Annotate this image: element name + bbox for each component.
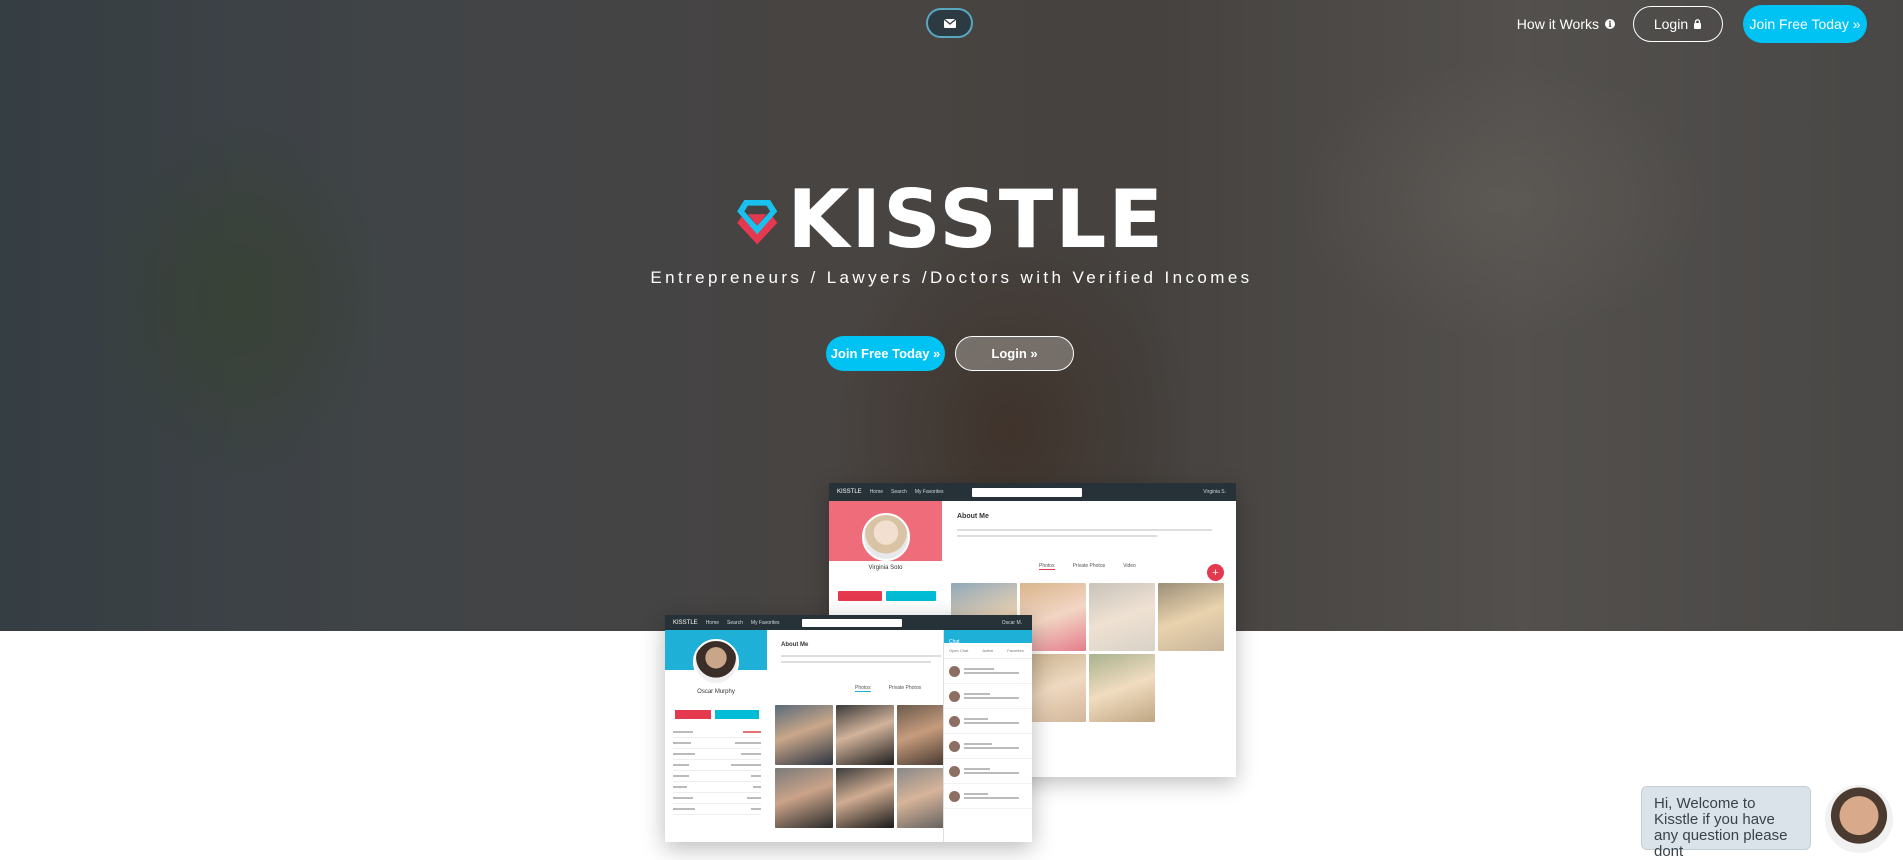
mockup-nav-favorites: My Favorites	[914, 489, 944, 495]
photo-thumb	[775, 705, 833, 765]
detail-row	[673, 793, 761, 804]
photo-thumb	[836, 705, 894, 765]
mockup-about-heading: About Me	[957, 513, 989, 520]
mockup-add-icon: +	[1207, 564, 1224, 581]
detail-row	[673, 760, 761, 771]
mockup-avatar	[862, 513, 910, 561]
mockup-nav-search: Search	[727, 619, 743, 626]
mockup-chat-title: Chat	[949, 639, 960, 645]
mockup-chat-tabs: Open Chat Active Favorites	[944, 643, 1032, 659]
mockup-user-name: Virginia S.	[1203, 489, 1226, 495]
mockup-tab-photos: Photos	[1039, 563, 1055, 570]
photo-thumb	[1158, 583, 1224, 651]
mockup-profile-name: Oscar Murphy	[697, 689, 735, 695]
mockup-button-blue	[886, 591, 936, 601]
hero-login-button[interactable]: Login »	[955, 336, 1074, 371]
detail-row	[673, 727, 761, 738]
lock-icon	[1694, 19, 1702, 29]
mockup-chat-panel: Chat Open Chat Active Favorites	[943, 630, 1032, 842]
mockup-tab-private: Private Photos	[1072, 563, 1106, 569]
detail-row	[673, 771, 761, 782]
kisstle-logo: KISSTLE	[735, 180, 1165, 260]
mockup-button-pink	[675, 710, 711, 719]
chat-item	[944, 709, 1032, 734]
photo-thumb	[836, 768, 894, 828]
mockup-tab-video: Video	[1123, 563, 1136, 569]
mockup-tab-private: Private Photos	[888, 685, 922, 691]
mockup-chat-header: Chat	[944, 630, 1032, 645]
chat-item	[944, 734, 1032, 759]
chat-item	[944, 659, 1032, 684]
detail-row	[673, 738, 761, 749]
mockup-profile-name: Virginia Soto	[868, 565, 903, 571]
mockup-tabs: Photos Private Photos Video	[1039, 563, 1136, 570]
mockup-brand: KISSTLE	[837, 489, 862, 495]
how-it-works-label: How it Works	[1516, 16, 1599, 32]
chat-agent-avatar[interactable]	[1822, 782, 1896, 856]
mockup-brand: KISSTLE	[673, 619, 698, 626]
how-it-works-link[interactable]: How it Works i	[1517, 16, 1615, 32]
mockup-photo-grid	[775, 705, 957, 828]
mockup-topbar: KISSTLE Home Search My Favorites Virgini…	[829, 483, 1236, 501]
mockup-nav-home: Home	[869, 489, 884, 495]
mockup-text-line	[957, 529, 1212, 531]
heart-gem-logo-icon	[737, 199, 778, 245]
detail-row	[673, 782, 761, 793]
mockup-nav-home: Home	[705, 619, 720, 626]
detail-row	[673, 804, 761, 815]
mockup-nav-search: Search	[891, 489, 907, 495]
photo-thumb	[1089, 583, 1155, 651]
chat-welcome-bubble[interactable]: Hi, Welcome to Kisstle if you have any q…	[1641, 786, 1811, 860]
chat-item	[944, 684, 1032, 709]
chat-item	[944, 759, 1032, 784]
mockup-chat-tab: Favorites	[1007, 648, 1024, 653]
mockup-nav-favorites: My Favorites	[750, 619, 780, 626]
mockup-tabs: Photos Private Photos	[855, 685, 921, 692]
mail-button[interactable]	[926, 8, 973, 38]
mockup-text-line	[781, 655, 941, 657]
chat-item	[944, 784, 1032, 809]
photo-thumb	[775, 768, 833, 828]
mockup-button-pink	[838, 591, 882, 601]
mockup-details-list	[673, 727, 761, 815]
photo-thumb	[1089, 654, 1155, 722]
hero-tagline: Entrepreneurs / Lawyers /Doctors with Ve…	[650, 268, 1253, 287]
mockup-topbar: KISSTLE Home Search My Favorites Oscar M…	[665, 615, 1032, 630]
mockup-chat-tab: Active	[982, 648, 994, 653]
envelope-icon	[943, 18, 956, 28]
mockup-search-box	[971, 487, 1082, 497]
mockup-search-box	[801, 618, 902, 627]
login-button[interactable]: Login	[1633, 6, 1723, 42]
mockup-tab-photos: Photos	[855, 685, 871, 692]
mockup-avatar	[693, 639, 739, 685]
mockup-about-heading: About Me	[781, 642, 809, 648]
mockup-text-line	[781, 661, 931, 663]
brand-wordmark: KISSTLE	[787, 173, 1165, 266]
mockup-text-line	[957, 535, 1157, 537]
mockup-user-name: Oscar M.	[1001, 619, 1022, 626]
info-icon: i	[1605, 19, 1615, 29]
mockup-button-blue	[715, 710, 759, 719]
login-label: Login	[1653, 16, 1689, 32]
app-screenshot-male-profile: KISSTLE Home Search My Favorites Oscar M…	[665, 615, 1032, 842]
mockup-chat-tab: Open Chat	[949, 648, 969, 653]
hero-join-button[interactable]: Join Free Today »	[826, 336, 945, 371]
detail-row	[673, 749, 761, 760]
top-nav: How it Works i Login Join Free Today »	[1517, 5, 1867, 43]
join-free-button[interactable]: Join Free Today »	[1743, 5, 1867, 43]
